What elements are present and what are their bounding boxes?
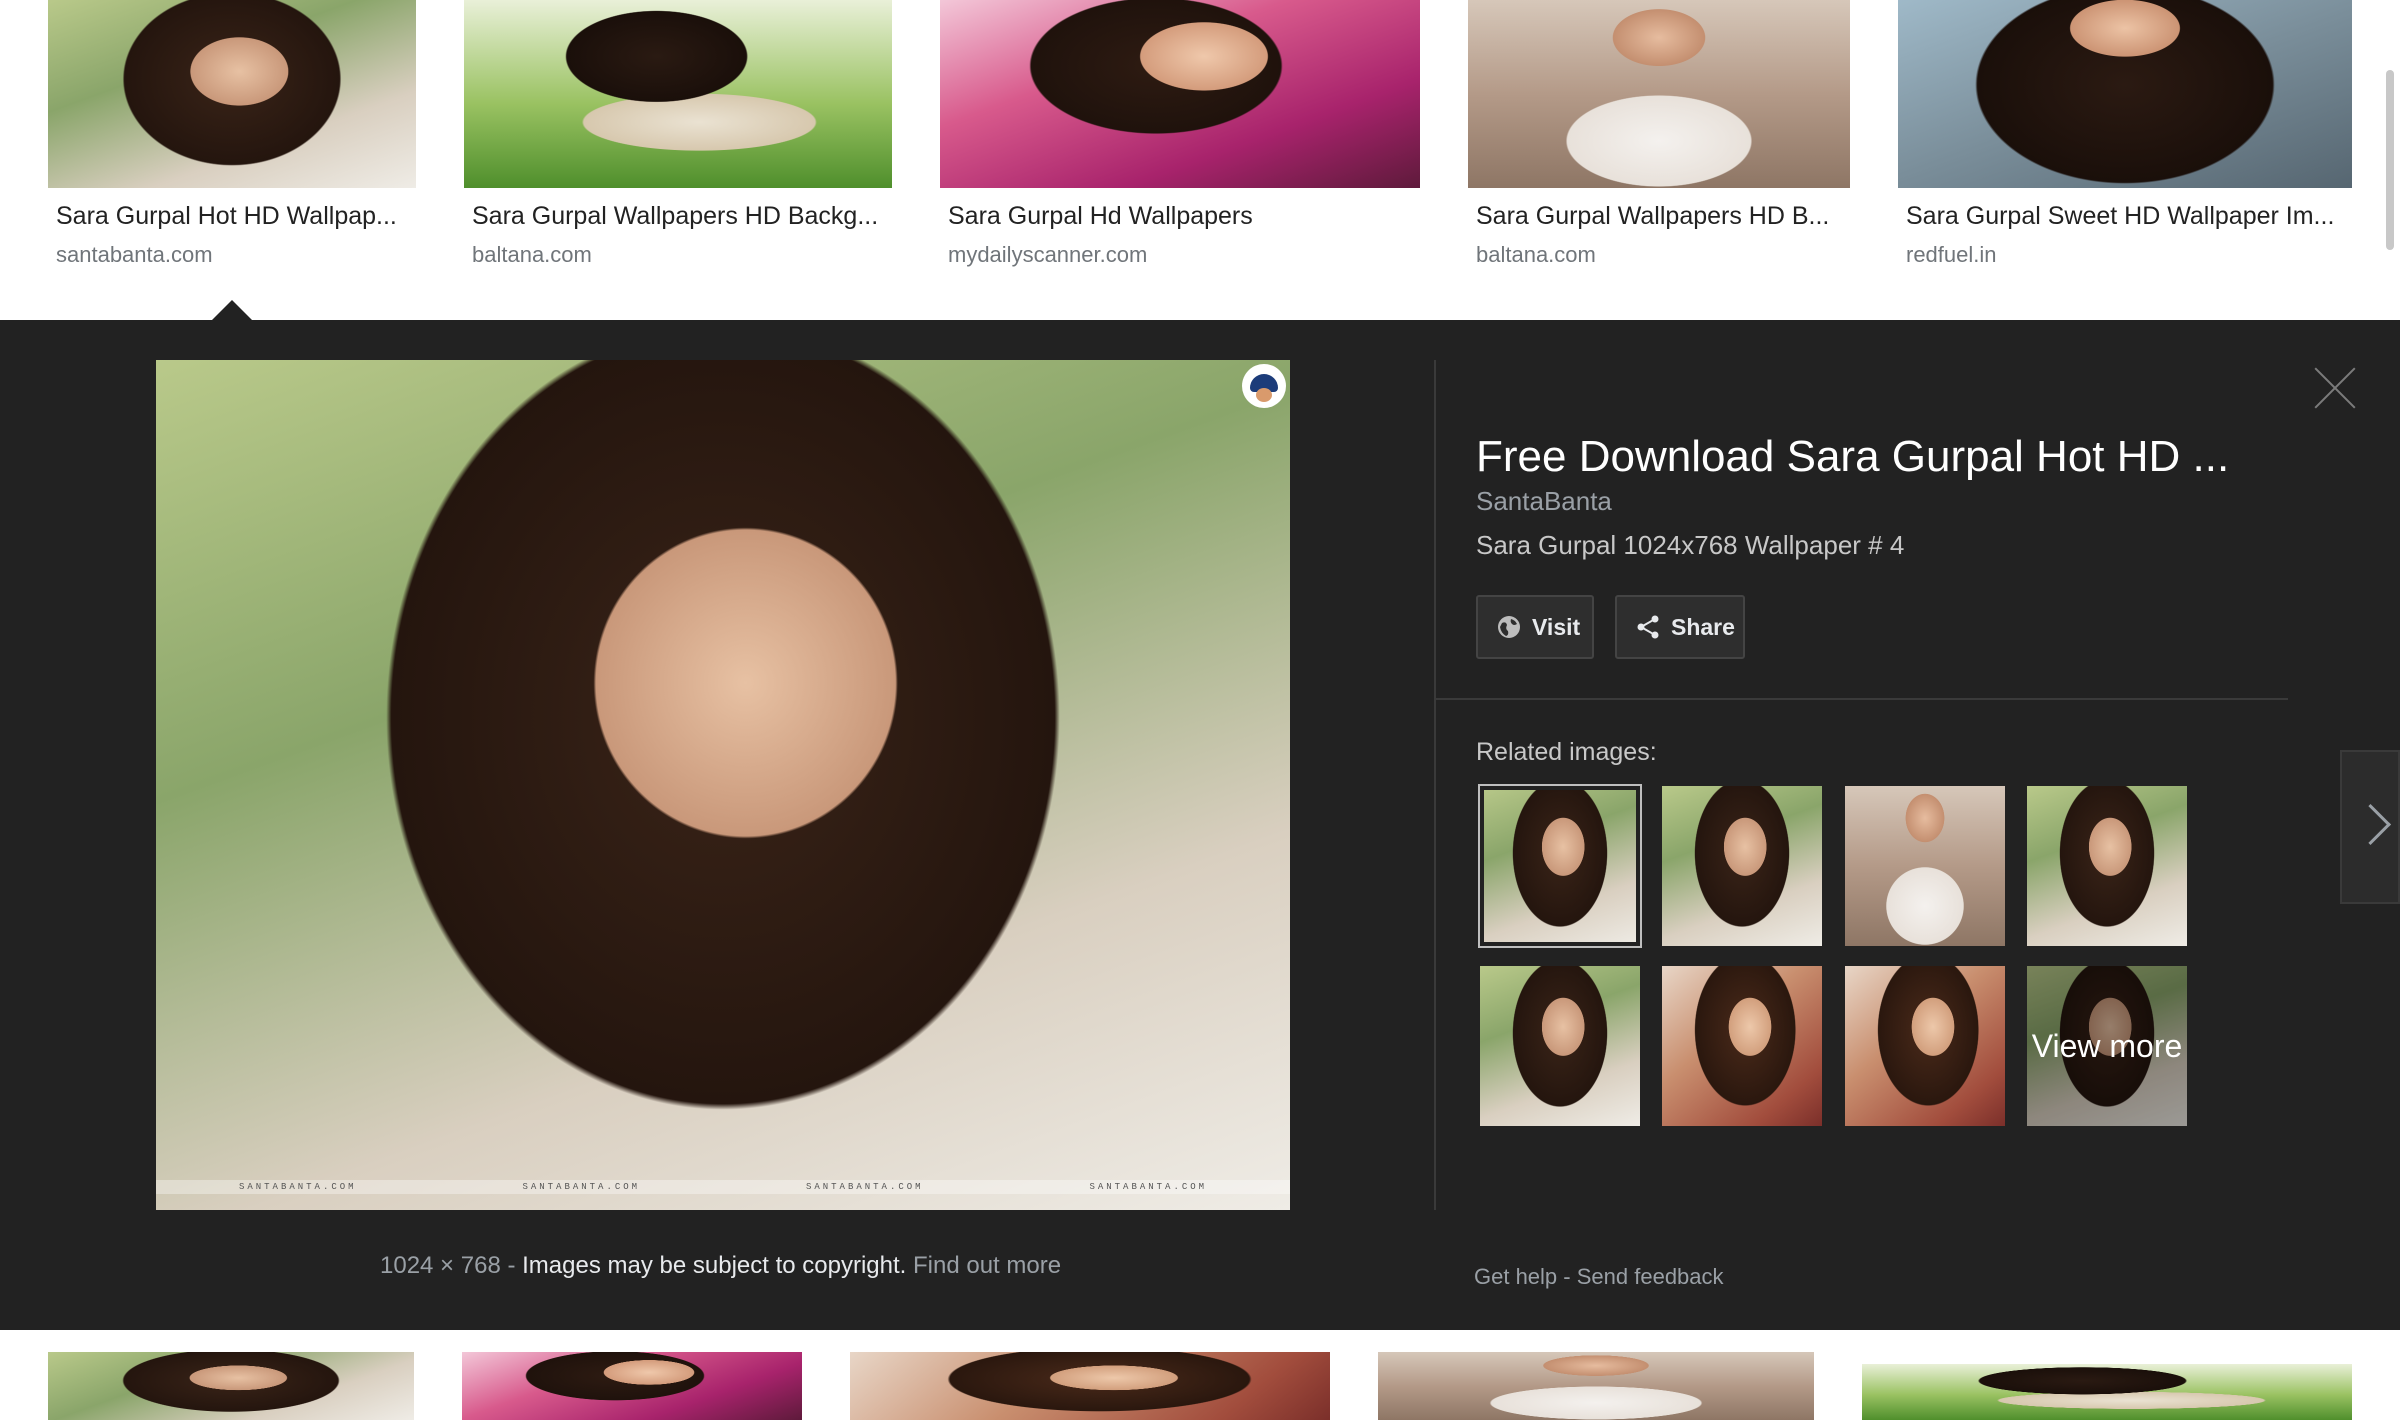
watermark-text: SANTABANTA.COM xyxy=(238,1182,357,1192)
find-out-more-link[interactable]: Find out more xyxy=(913,1252,1061,1279)
share-label: Share xyxy=(1671,613,1735,640)
related-image[interactable] xyxy=(2027,786,2187,946)
selection-caret xyxy=(212,300,252,320)
image-dimensions: 1024 × 768 xyxy=(380,1252,501,1279)
watermark-strip: SANTABANTA.COM SANTABANTA.COM SANTABANTA… xyxy=(156,1180,1290,1194)
view-more-label: View more xyxy=(2027,966,2187,1126)
result-thumbnail[interactable] xyxy=(850,1352,1330,1420)
footer-separator: - xyxy=(1563,1264,1571,1289)
view-more-tile[interactable]: View more xyxy=(2027,966,2187,1126)
related-image[interactable] xyxy=(1480,966,1640,1126)
globe-icon xyxy=(1496,614,1522,640)
result-thumbnail[interactable] xyxy=(464,0,892,188)
visit-button[interactable]: Visit xyxy=(1476,595,1594,659)
related-image[interactable] xyxy=(1845,786,2005,946)
meta-separator: - xyxy=(507,1252,516,1279)
watermark-text: SANTABANTA.COM xyxy=(522,1182,641,1192)
related-image[interactable] xyxy=(1662,786,1822,946)
related-image[interactable] xyxy=(1662,966,1822,1126)
result-source: baltana.com xyxy=(1476,242,1596,267)
related-images-label: Related images: xyxy=(1476,738,1657,766)
panel-footer: Get help - Send feedback xyxy=(1474,1264,1724,1290)
result-thumbnail[interactable] xyxy=(1862,1364,2352,1420)
related-image[interactable] xyxy=(1845,966,2005,1126)
result-source: redfuel.in xyxy=(1906,242,1997,267)
image-preview-panel: SANTABANTA.COM SANTABANTA.COM SANTABANTA… xyxy=(0,320,2400,1330)
section-divider xyxy=(1436,698,2288,700)
share-icon xyxy=(1635,614,1661,640)
result-thumbnail[interactable] xyxy=(462,1352,802,1420)
copyright-notice: Images may be subject to copyright. xyxy=(522,1252,907,1279)
panel-divider xyxy=(1434,360,1436,1210)
related-image[interactable] xyxy=(1478,784,1642,948)
send-feedback-link[interactable]: Send feedback xyxy=(1577,1264,1724,1289)
watermark-logo xyxy=(1242,364,1286,408)
share-button[interactable]: Share xyxy=(1615,595,1745,659)
scrollbar-thumb[interactable] xyxy=(2386,70,2394,250)
watermark-text: SANTABANTA.COM xyxy=(1089,1182,1208,1192)
result-thumbnail[interactable] xyxy=(48,0,416,188)
result-title[interactable]: Sara Gurpal Wallpapers HD B... xyxy=(1476,202,1846,231)
image-meta: 1024 × 768 - Images may be subject to co… xyxy=(380,1252,1061,1280)
result-title[interactable]: Sara Gurpal Hot HD Wallpap... xyxy=(56,202,426,231)
result-thumbnail[interactable] xyxy=(1468,0,1850,188)
preview-image[interactable]: SANTABANTA.COM SANTABANTA.COM SANTABANTA… xyxy=(156,360,1290,1210)
result-title[interactable]: Sara Gurpal Sweet HD Wallpaper Im... xyxy=(1906,202,2346,231)
result-thumbnail[interactable] xyxy=(940,0,1420,188)
result-thumbnail[interactable] xyxy=(1898,0,2352,188)
chevron-right-icon[interactable] xyxy=(2340,750,2400,904)
get-help-link[interactable]: Get help xyxy=(1474,1264,1557,1289)
close-icon[interactable] xyxy=(2310,360,2360,410)
preview-description: Sara Gurpal 1024x768 Wallpaper # 4 xyxy=(1476,530,1905,560)
result-source: mydailyscanner.com xyxy=(948,242,1148,267)
result-thumbnail[interactable] xyxy=(1378,1352,1814,1420)
result-source: santabanta.com xyxy=(56,242,213,267)
result-source: baltana.com xyxy=(472,242,592,267)
watermark-text: SANTABANTA.COM xyxy=(805,1182,924,1192)
result-thumbnail[interactable] xyxy=(48,1352,414,1420)
visit-label: Visit xyxy=(1532,613,1581,640)
result-title[interactable]: Sara Gurpal Hd Wallpapers xyxy=(948,202,1418,231)
preview-title[interactable]: Free Download Sara Gurpal Hot HD ... xyxy=(1476,432,2229,482)
preview-site: SantaBanta xyxy=(1476,486,1612,516)
result-title[interactable]: Sara Gurpal Wallpapers HD Backg... xyxy=(472,202,892,231)
